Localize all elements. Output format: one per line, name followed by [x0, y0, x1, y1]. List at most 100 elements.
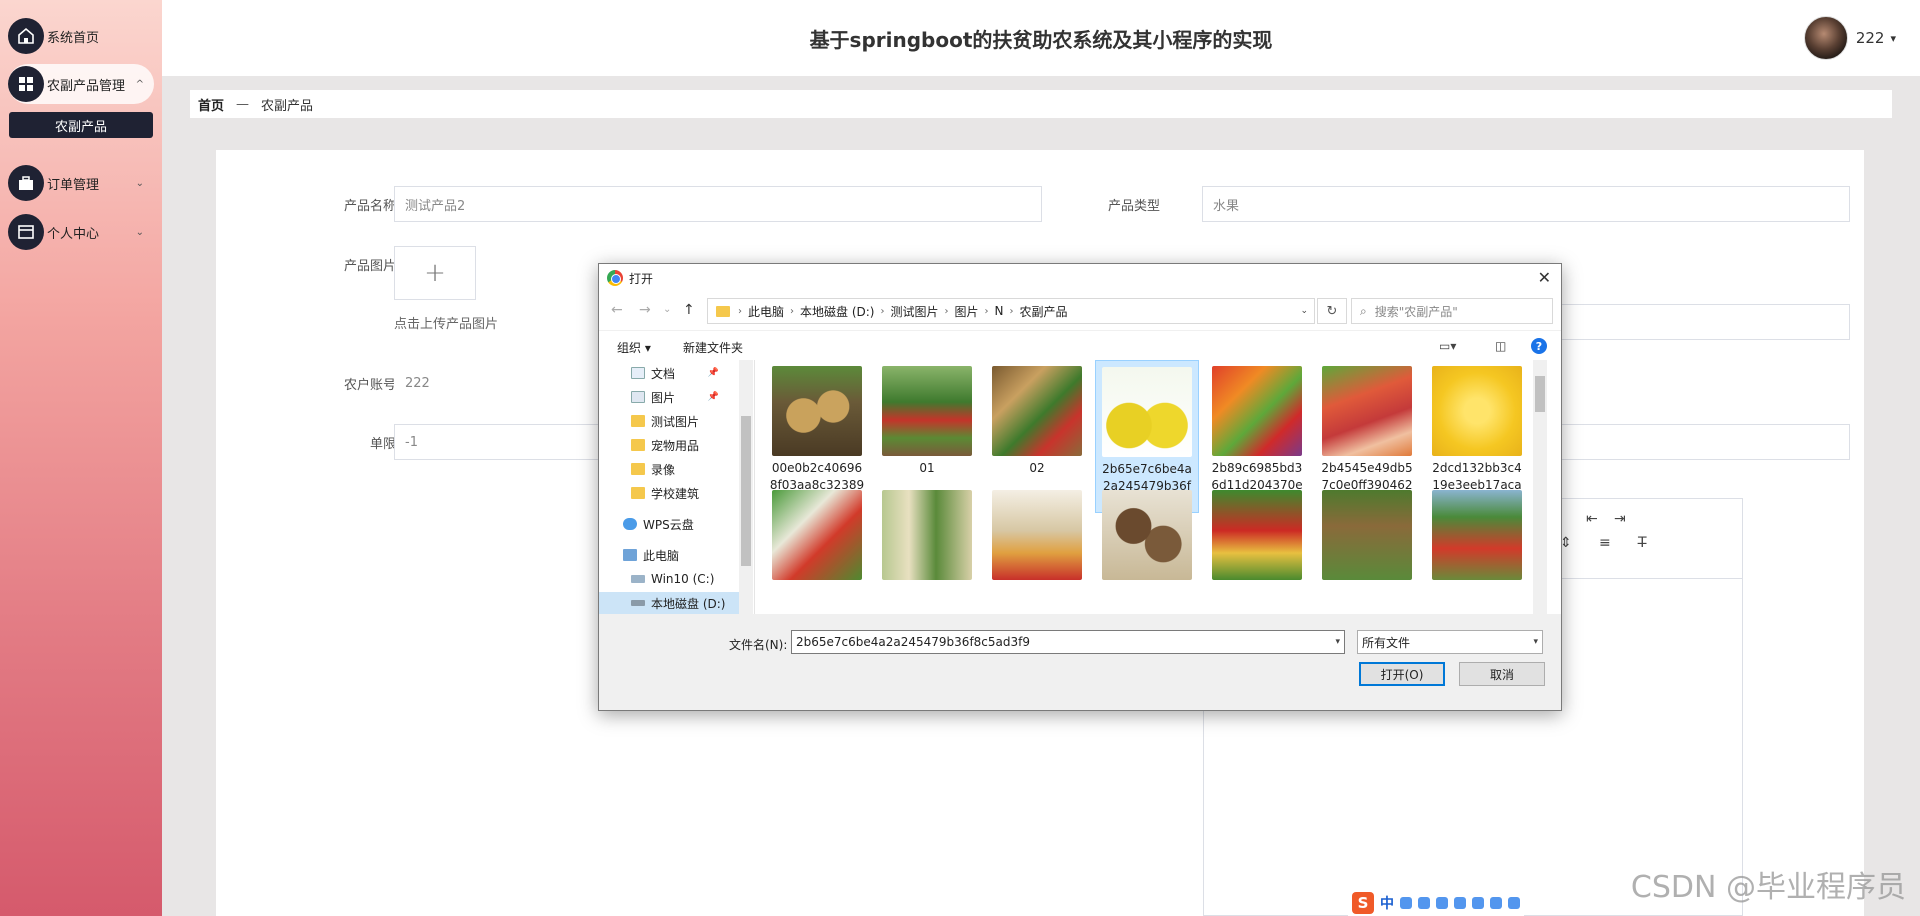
tree-item[interactable]: 学校建筑: [631, 482, 699, 504]
vegetables-thumbnail: [772, 490, 862, 580]
open-button[interactable]: 打开(O): [1359, 662, 1445, 686]
gift-box-thumbnail: [992, 490, 1082, 580]
breadcrumb-home[interactable]: 首页: [198, 95, 224, 114]
type-label: 产品类型: [1107, 199, 1160, 214]
chevron-up-icon: ^: [135, 78, 144, 90]
file-item[interactable]: [875, 484, 979, 584]
sidebar-item-label: 系统首页: [47, 30, 100, 46]
back-arrow-icon[interactable]: ←: [611, 302, 623, 318]
ime-mode[interactable]: 中: [1380, 893, 1394, 913]
sidebar-item-home[interactable]: 系统首页: [8, 16, 154, 56]
tree-scrollbar[interactable]: [739, 360, 753, 614]
align-left-icon[interactable]: ≡: [1599, 535, 1611, 551]
product-name-input[interactable]: 测试产品2: [394, 186, 1042, 222]
produce-thumbnail: [992, 366, 1082, 456]
organize-button[interactable]: 组织 ▾: [617, 339, 651, 356]
mushroom-thumbnail: [1102, 490, 1192, 580]
new-folder-button[interactable]: 新建文件夹: [683, 339, 743, 356]
file-open-dialog: 打开 ✕ ← → ⌄ ↑ › 此电脑 › 本地磁盘 (D:) › 测试图片 › …: [598, 263, 1562, 711]
dialog-toolbar: 组织 ▾ 新建文件夹 ▭▾ ◫ ?: [599, 330, 1561, 360]
tree-item[interactable]: 图片 📌: [631, 386, 739, 408]
ime-mic-icon[interactable]: [1436, 897, 1448, 909]
file-name-input[interactable]: 2b65e7c6be4a2a245479b36f8c5ad3f9 ▾: [791, 630, 1345, 654]
grid-scrollbar[interactable]: [1533, 360, 1547, 614]
drive-icon: [631, 600, 645, 606]
user-menu[interactable]: 222 ▾: [1803, 16, 1896, 60]
ime-user-icon[interactable]: [1472, 897, 1484, 909]
path-segment[interactable]: 测试图片: [890, 303, 938, 320]
clear-format-icon[interactable]: T̶: [1638, 535, 1647, 551]
sidebar-item-products[interactable]: 农副产品管理 ^: [8, 64, 154, 104]
caret-down-icon: ▾: [1890, 31, 1896, 45]
tree-item[interactable]: 录像: [631, 458, 675, 480]
cancel-button[interactable]: 取消: [1459, 662, 1545, 686]
dialog-title: 打开: [629, 271, 654, 286]
cloud-icon: [623, 518, 637, 530]
sidebar-item-orders[interactable]: 订单管理 ⌄: [8, 163, 154, 203]
path-segment[interactable]: 农副产品: [1020, 303, 1068, 320]
file-item[interactable]: [985, 484, 1089, 584]
file-item[interactable]: [1425, 484, 1529, 584]
ducks-thumbnail: [1322, 490, 1412, 580]
leeks-thumbnail: [882, 490, 972, 580]
file-item[interactable]: [1315, 484, 1419, 584]
folder-icon: [631, 463, 645, 475]
up-arrow-icon[interactable]: ↑: [683, 302, 695, 318]
search-input[interactable]: ⌕ 搜索"农副产品": [1351, 298, 1553, 324]
product-type-value: 水果: [1213, 198, 1240, 214]
file-item[interactable]: 02: [985, 360, 1089, 477]
tree-item-selected[interactable]: 本地磁盘 (D:): [599, 592, 739, 614]
document-icon: [631, 367, 645, 379]
sogou-logo-icon[interactable]: S: [1352, 892, 1374, 914]
tree-item[interactable]: WPS云盘: [623, 513, 694, 535]
file-type-select[interactable]: 所有文件 ▾: [1357, 630, 1543, 654]
file-item[interactable]: [765, 484, 869, 584]
search-placeholder: 搜索"农副产品": [1374, 304, 1458, 319]
folder-icon: [716, 305, 730, 317]
chevron-down-icon[interactable]: ⌄: [1300, 306, 1308, 316]
tree-item[interactable]: 文档 📌: [631, 362, 739, 384]
address-bar[interactable]: › 此电脑 › 本地磁盘 (D:) › 测试图片 › 图片 › N › 农副产品…: [707, 298, 1315, 324]
folder-icon: [631, 439, 645, 451]
search-icon: ⌕: [1360, 303, 1367, 318]
refresh-button[interactable]: ↻: [1317, 298, 1347, 324]
file-item[interactable]: [1095, 484, 1199, 584]
upload-tip: 点击上传产品图片: [394, 317, 499, 332]
sidebar: 系统首页 农副产品管理 ^ 农副产品 订单管理 ⌄ 个人中心 ⌄: [0, 0, 162, 916]
path-segment[interactable]: 图片: [955, 303, 979, 320]
ime-moon-icon[interactable]: [1400, 897, 1412, 909]
path-segment[interactable]: 此电脑: [748, 303, 784, 320]
ime-keyboard-icon[interactable]: [1454, 897, 1466, 909]
forward-arrow-icon[interactable]: →: [639, 302, 651, 318]
corn-thumbnail: [1432, 366, 1522, 456]
ime-punct-icon[interactable]: [1418, 897, 1430, 909]
image-label: 产品图片: [343, 259, 396, 274]
view-options-icon[interactable]: ▭▾: [1439, 339, 1456, 353]
ime-grid-icon[interactable]: [1508, 897, 1520, 909]
indent-icon[interactable]: ⇤: [1586, 511, 1598, 527]
tree-item[interactable]: 此电脑: [623, 544, 679, 566]
product-type-select[interactable]: 水果: [1202, 186, 1850, 222]
path-segment[interactable]: 本地磁盘 (D:): [800, 303, 874, 320]
breadcrumb-separator: —: [236, 96, 250, 112]
file-item[interactable]: [1205, 484, 1309, 584]
outdent-icon[interactable]: ⇥: [1614, 511, 1626, 527]
recent-locations-icon[interactable]: ⌄: [663, 304, 671, 315]
potato-thumbnail: [772, 366, 862, 456]
help-icon[interactable]: ?: [1531, 338, 1547, 354]
file-item[interactable]: 01: [875, 360, 979, 477]
tree-item[interactable]: Win10 (C:): [631, 568, 714, 590]
preview-pane-icon[interactable]: ◫: [1495, 339, 1506, 353]
path-segment[interactable]: N: [995, 304, 1004, 318]
limit-label: 单限: [369, 437, 396, 452]
ime-skin-icon[interactable]: [1490, 897, 1502, 909]
upload-image-button[interactable]: +: [394, 246, 476, 300]
tree-item[interactable]: 测试图片: [631, 410, 699, 432]
folder-icon: [631, 415, 645, 427]
chevron-down-icon[interactable]: ▾: [1335, 637, 1340, 647]
tree-item[interactable]: 宠物用品: [631, 434, 699, 456]
sidebar-item-profile[interactable]: 个人中心 ⌄: [8, 212, 154, 252]
folder-icon: [631, 487, 645, 499]
submenu-item-products[interactable]: 农副产品: [9, 112, 153, 138]
close-icon[interactable]: ✕: [1538, 268, 1551, 287]
